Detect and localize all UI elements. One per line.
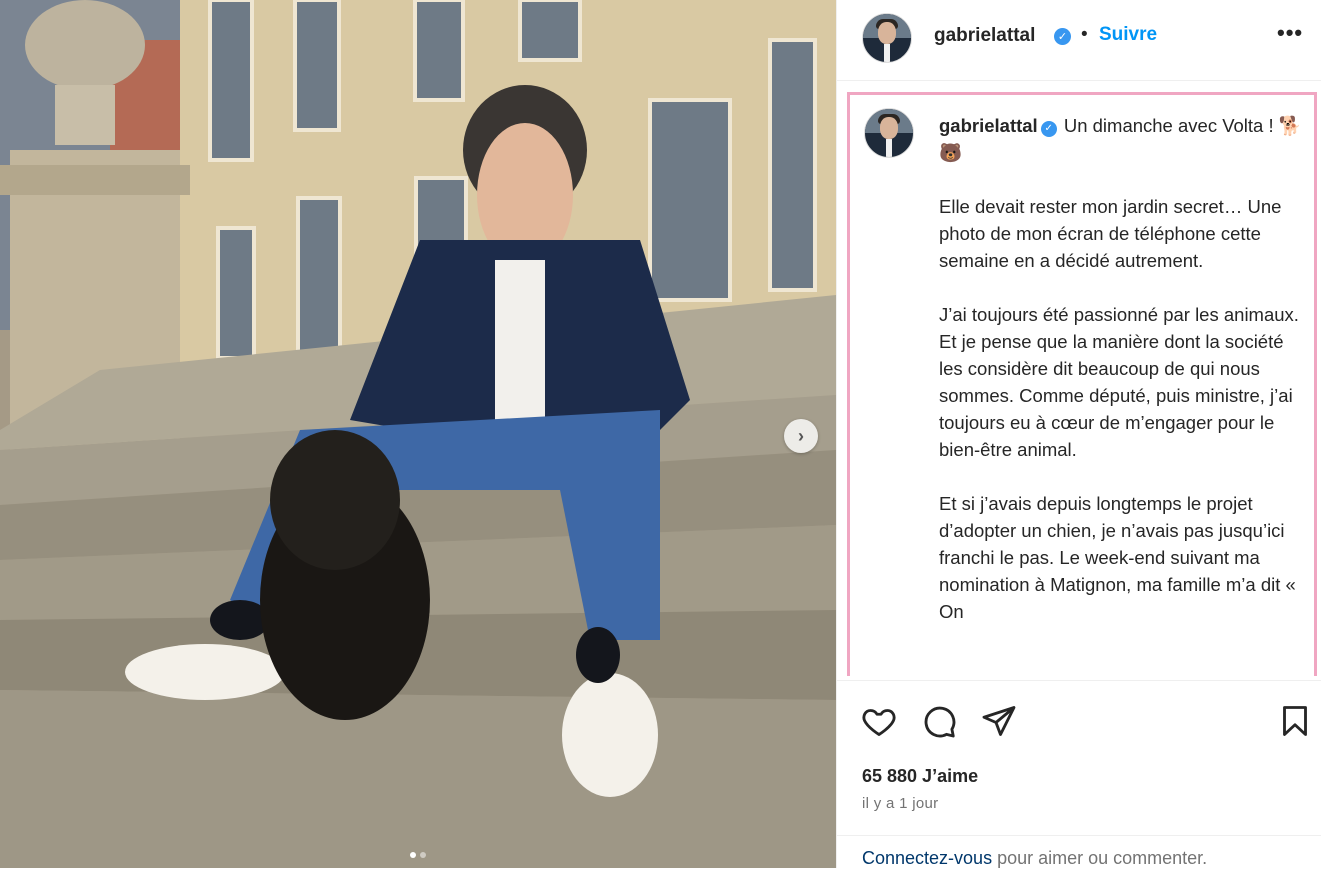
- photo-scene: [0, 0, 836, 868]
- next-photo-button[interactable]: ›: [784, 419, 818, 453]
- caption-text: gabrielattal ✓ Un dimanche avec Volta ! 🐕…: [939, 112, 1309, 652]
- separator-dot: •: [1081, 24, 1088, 45]
- login-prompt-text: pour aimer ou commenter.: [992, 848, 1208, 868]
- comment-icon[interactable]: [921, 703, 957, 739]
- carousel-dot: [420, 852, 426, 858]
- post-photo[interactable]: ›: [0, 0, 836, 868]
- bookmark-icon[interactable]: [1277, 703, 1313, 739]
- avatar[interactable]: [862, 13, 912, 63]
- more-options-icon[interactable]: •••: [1277, 20, 1303, 46]
- post-timestamp[interactable]: il y a 1 jour: [862, 795, 938, 812]
- caption-paragraph: J’ai toujours été passionné par les anim…: [939, 304, 1299, 460]
- login-prompt: Connectez-vous pour aimer ou commenter.: [837, 835, 1321, 869]
- post-header: gabrielattal ✓ • Suivre •••: [837, 0, 1321, 81]
- likes-count[interactable]: 65 880 J’aime: [862, 766, 978, 787]
- carousel-dot: [410, 852, 416, 858]
- caption-paragraph: Elle devait rester mon jardin secret… Un…: [939, 196, 1282, 271]
- caption-username[interactable]: gabrielattal: [939, 115, 1038, 136]
- post-actions: 65 880 J’aime il y a 1 jour Connectez-vo…: [837, 680, 1321, 871]
- caption-paragraph: Et si j’avais depuis longtemps le projet…: [939, 493, 1296, 622]
- heart-icon[interactable]: [861, 703, 897, 739]
- caption-area: gabrielattal ✓ Un dimanche avec Volta ! 🐕…: [847, 92, 1317, 676]
- avatar[interactable]: [864, 108, 914, 158]
- follow-button[interactable]: Suivre: [1099, 24, 1157, 46]
- share-icon[interactable]: [981, 703, 1017, 739]
- verified-badge-icon: ✓: [1040, 120, 1057, 137]
- verified-badge-icon: ✓: [1054, 28, 1071, 45]
- login-link[interactable]: Connectez-vous: [862, 848, 992, 868]
- post-panel: gabrielattal ✓ • Suivre ••• gabrielattal…: [836, 0, 1321, 868]
- author-username[interactable]: gabrielattal: [934, 25, 1035, 47]
- carousel-indicator: [0, 852, 836, 858]
- chevron-right-icon: ›: [798, 425, 804, 446]
